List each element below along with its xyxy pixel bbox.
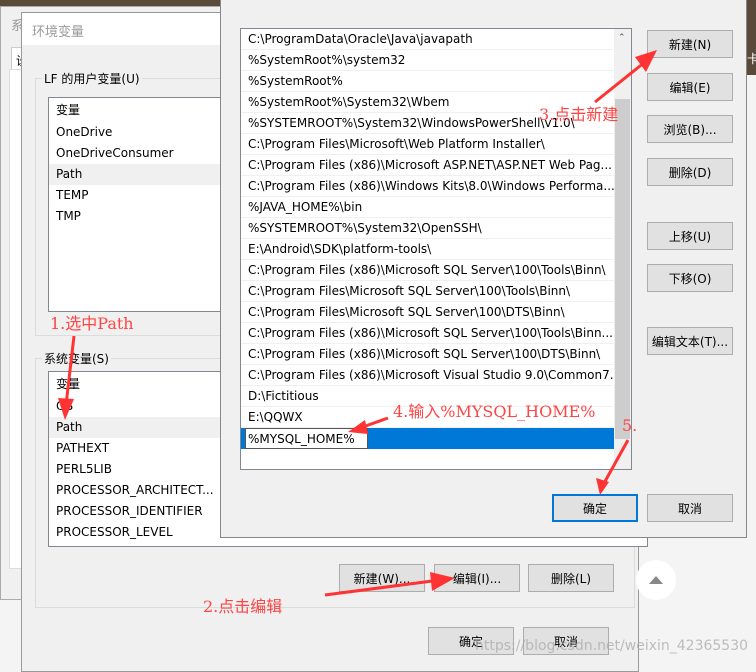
arrowhead-icon [348,420,368,434]
arrow-step3 [594,60,646,104]
arrow-step5 [601,439,630,486]
arrowhead-icon [430,572,455,591]
annotation-step4: 4.输入%MYSQL_HOME% [393,402,596,421]
annotation-step2: 2.点击编辑 [203,597,283,616]
arrow-step2 [324,578,441,597]
annotation-step3: 3.点击新建 [539,105,619,124]
annotation-step1: 1.选中Path [50,314,134,333]
watermark: https://blog.csdn.net/weixin_42365530 [475,638,749,654]
arrow-step1 [64,335,76,406]
annotation-step5: 5. [622,416,638,435]
arrowhead-icon [58,398,74,420]
